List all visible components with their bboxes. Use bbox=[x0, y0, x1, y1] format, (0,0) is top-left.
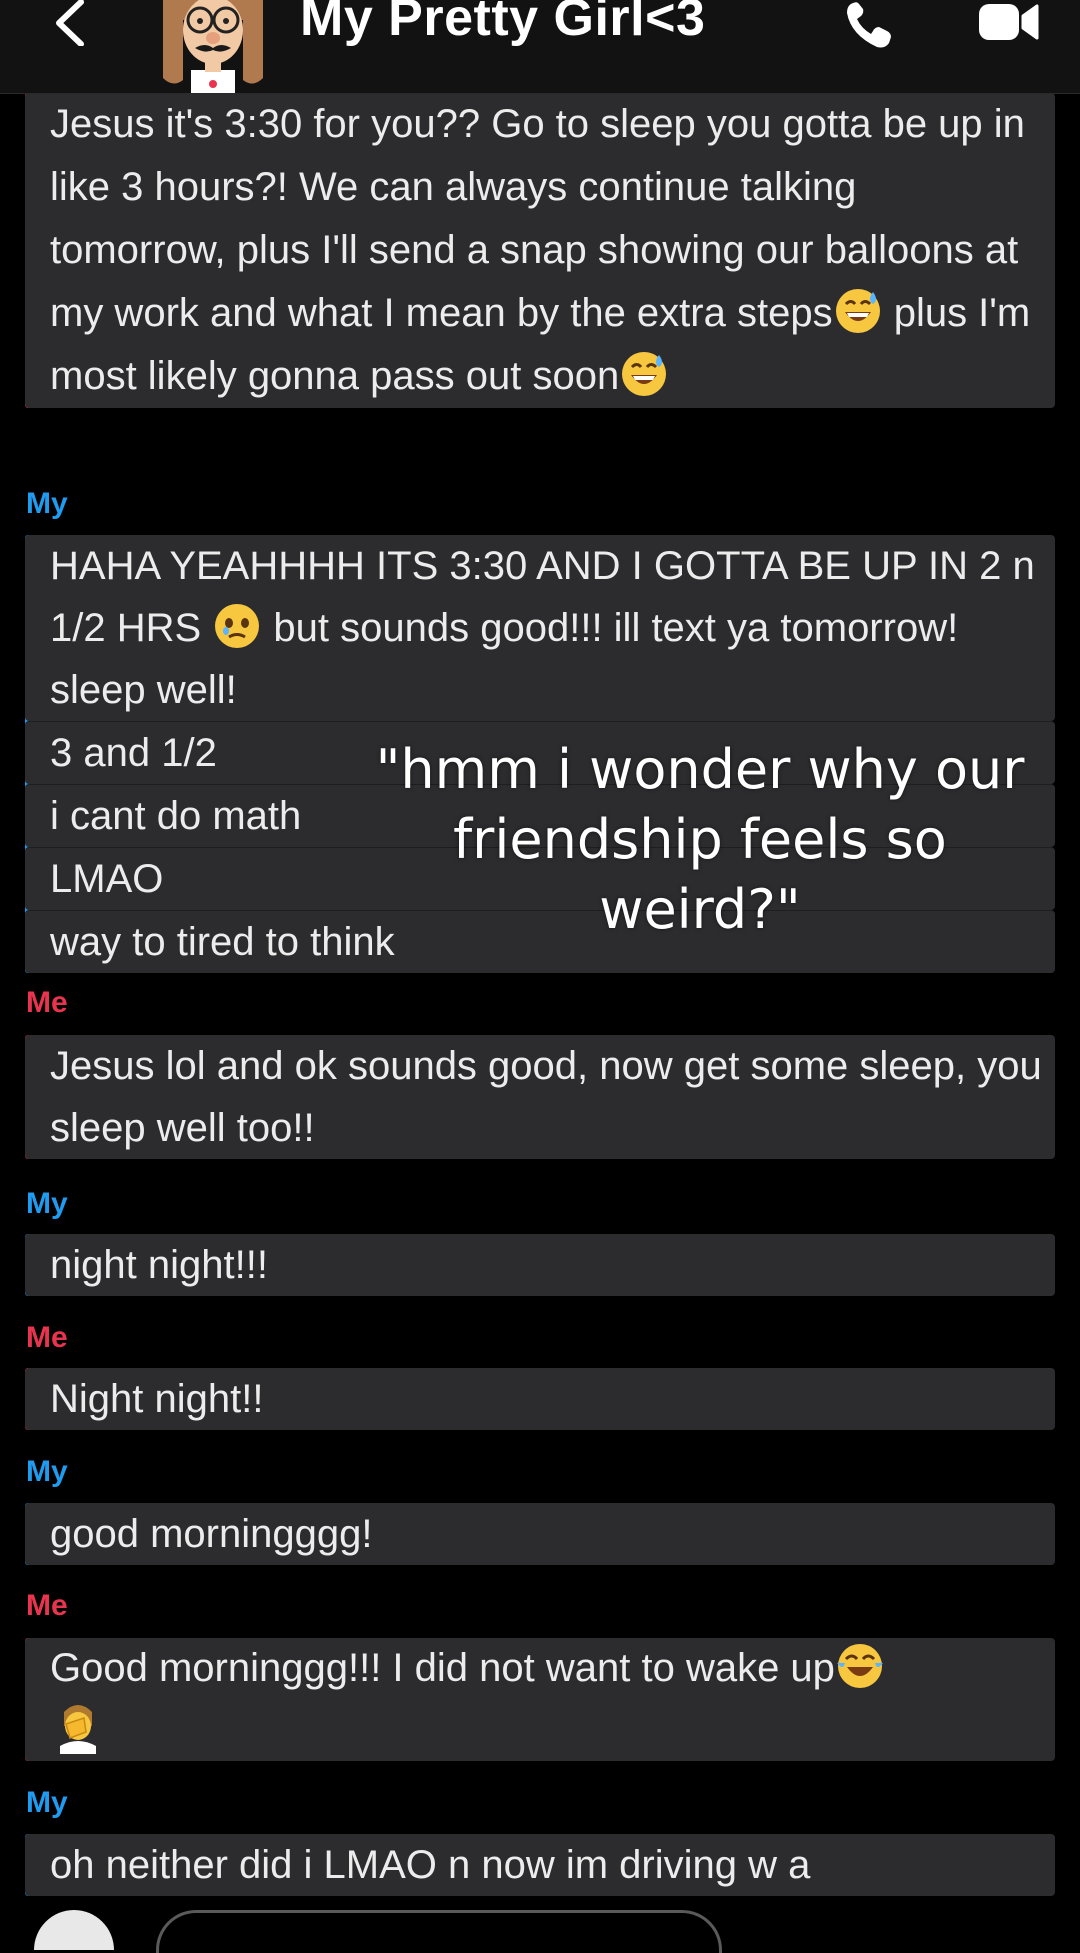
chevron-left-icon bbox=[56, 0, 84, 46]
sender-label: My bbox=[26, 1455, 68, 1488]
message-group-me: Jesus lol and ok sounds good, now get so… bbox=[25, 1035, 1055, 1159]
chat-messages[interactable]: Jesus it's 3:30 for you?? Go to sleep yo… bbox=[0, 93, 1080, 1920]
message-bubble[interactable]: Good morninggg!!! I did not want to wake… bbox=[25, 1638, 1055, 1761]
message-bubble[interactable]: night night!!! bbox=[25, 1234, 1055, 1296]
sender-label: My bbox=[26, 1187, 68, 1220]
message-group-me: Night night!! bbox=[25, 1368, 1055, 1430]
message-text: LMAO bbox=[50, 857, 164, 901]
message-text: 3 and 1/2 bbox=[50, 731, 217, 775]
message-group-my: good morningggg! bbox=[25, 1503, 1055, 1565]
message-text: good morningggg! bbox=[50, 1512, 373, 1556]
message-bubble[interactable]: oh neither did i LMAO n now im driving w… bbox=[25, 1834, 1055, 1896]
message-text: oh neither did i LMAO n now im driving w… bbox=[50, 1843, 811, 1887]
call-button[interactable] bbox=[838, 0, 906, 52]
overlay-caption: "hmm i wonder why our friendship feels s… bbox=[375, 738, 1025, 941]
sender-label: Me bbox=[26, 986, 68, 1019]
sender-label: Me bbox=[26, 1321, 68, 1354]
message-bubble[interactable]: Jesus lol and ok sounds good, now get so… bbox=[25, 1035, 1055, 1159]
message-group-my: oh neither did i LMAO n now im driving w… bbox=[25, 1834, 1055, 1896]
chat-title[interactable]: My Pretty Girl<3 bbox=[300, 0, 705, 48]
message-text: Jesus lol and ok sounds good, now get so… bbox=[50, 1044, 1042, 1150]
video-call-button[interactable] bbox=[968, 0, 1050, 44]
video-camera-icon bbox=[979, 4, 1039, 40]
phone-icon bbox=[847, 2, 891, 48]
person-facepalming-emoji bbox=[60, 1705, 96, 1754]
bitmoji-avatar-icon bbox=[163, 0, 263, 93]
message-bubble[interactable]: HAHA YEAHHHH ITS 3:30 AND I GOTTA BE UP … bbox=[25, 535, 1055, 721]
avatar[interactable] bbox=[153, 0, 273, 93]
message-text: Night night!! bbox=[50, 1377, 264, 1421]
message-text: way to tired to think bbox=[50, 920, 395, 964]
face-with-tears-of-joy-emoji bbox=[836, 1644, 883, 1688]
face-holding-back-tears-emoji bbox=[215, 604, 260, 648]
message-group-me: Jesus it's 3:30 for you?? Go to sleep yo… bbox=[25, 93, 1055, 408]
message-text: Good morninggg!!! I did not want to wake… bbox=[50, 1646, 835, 1690]
message-text: i cant do math bbox=[50, 794, 302, 838]
sender-label: Me bbox=[26, 1589, 68, 1622]
message-text: night night!!! bbox=[50, 1243, 268, 1287]
grinning-face-with-sweat-emoji bbox=[622, 352, 667, 396]
sender-label: My bbox=[26, 1786, 68, 1819]
sender-label: My bbox=[26, 487, 68, 520]
message-bubble[interactable]: good morningggg! bbox=[25, 1503, 1055, 1565]
message-group-my: night night!!! bbox=[25, 1234, 1055, 1296]
message-bubble[interactable]: Jesus it's 3:30 for you?? Go to sleep yo… bbox=[25, 93, 1055, 408]
back-button[interactable] bbox=[40, 0, 100, 46]
chat-input[interactable] bbox=[156, 1910, 722, 1953]
grinning-face-with-sweat-emoji bbox=[835, 289, 880, 333]
chat-header: My Pretty Girl<3 bbox=[0, 0, 1080, 94]
message-bubble[interactable]: Night night!! bbox=[25, 1368, 1055, 1430]
message-group-me: Good morninggg!!! I did not want to wake… bbox=[25, 1638, 1055, 1761]
